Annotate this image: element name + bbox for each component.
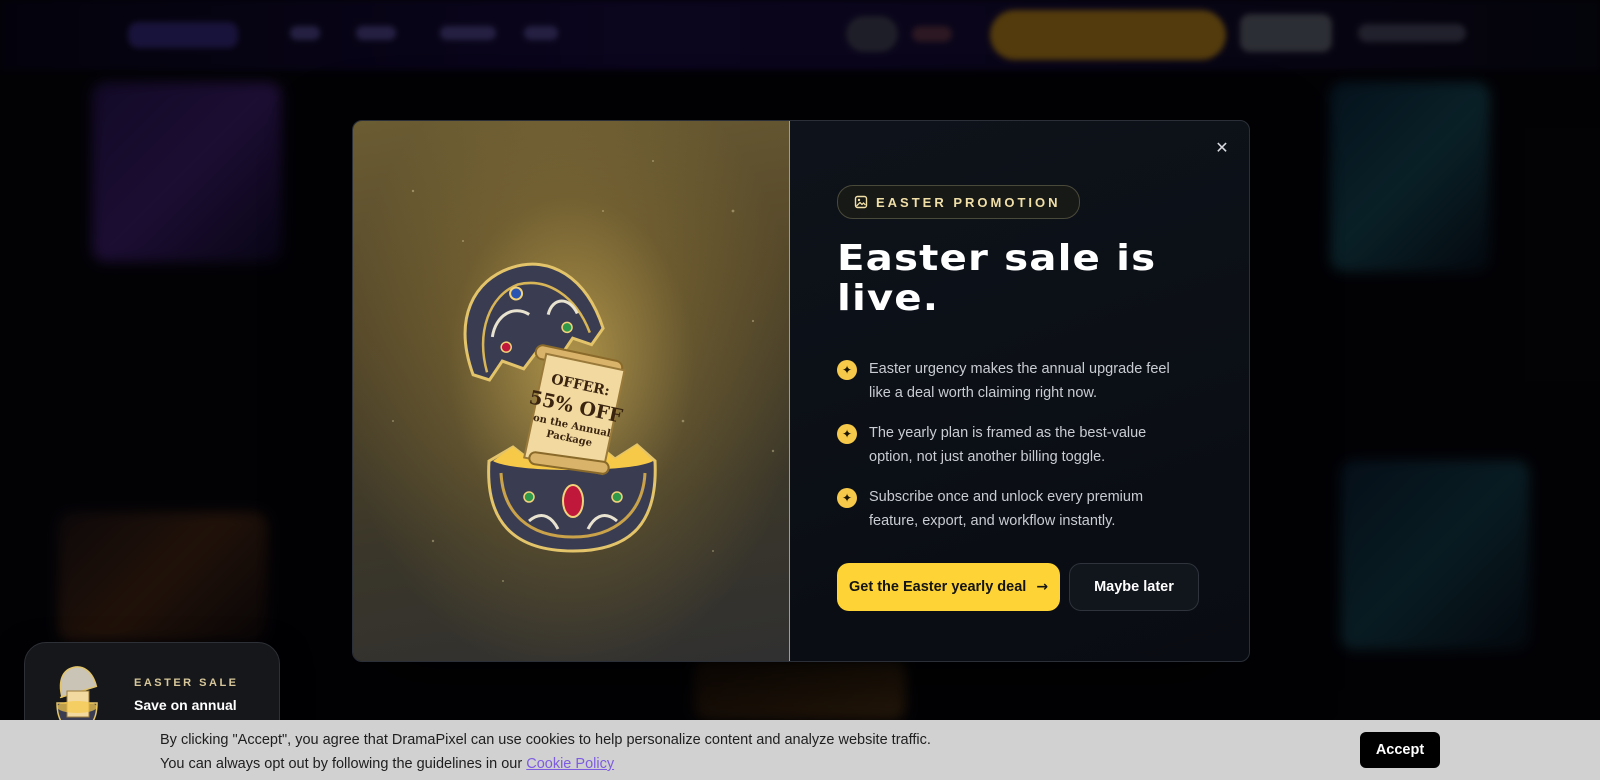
- image-icon: [854, 195, 868, 209]
- accept-cookies-button[interactable]: Accept: [1360, 732, 1440, 768]
- promo-modal: OFFER: 55% OFF on the Annual Package ✕ E…: [352, 120, 1250, 662]
- feature-item: ✦ The yearly plan is framed as the best-…: [837, 421, 1177, 469]
- feature-item: ✦ Subscribe once and unlock every premiu…: [837, 485, 1177, 533]
- close-button[interactable]: ✕: [1209, 135, 1235, 161]
- mini-promo-kicker: EASTER SALE: [134, 677, 239, 689]
- feature-item: ✦ Easter urgency makes the annual upgrad…: [837, 357, 1177, 405]
- sparkles-icon: ✦: [837, 360, 857, 380]
- cookie-message: By clicking "Accept", you agree that Dra…: [160, 728, 931, 776]
- promotion-badge: EASTER PROMOTION: [837, 185, 1080, 219]
- modal-title: Easter sale is live.: [837, 238, 1157, 319]
- feature-text: The yearly plan is framed as the best-va…: [869, 425, 1147, 465]
- cta-label: Get the Easter yearly deal: [849, 579, 1027, 595]
- cookie-line2: You can always opt out by following the …: [160, 752, 931, 776]
- close-icon: ✕: [1215, 138, 1229, 157]
- feature-text: Easter urgency makes the annual upgrade …: [869, 361, 1170, 401]
- easter-egg-illustration: OFFER: 55% OFF on the Annual Package: [353, 121, 790, 661]
- sparkles-icon: ✦: [837, 488, 857, 508]
- cookie-line1: By clicking "Accept", you agree that Dra…: [160, 732, 931, 748]
- mini-promo-title: Save on annual: [134, 697, 237, 713]
- badge-label: EASTER PROMOTION: [876, 194, 1061, 210]
- feature-text: Subscribe once and unlock every premium …: [869, 489, 1144, 529]
- get-deal-button[interactable]: Get the Easter yearly deal →: [837, 563, 1061, 611]
- arrow-right-icon: →: [1036, 579, 1049, 595]
- cookie-consent-bar: By clicking "Accept", you agree that Dra…: [0, 720, 1600, 780]
- cookie-line2-text: You can always opt out by following the …: [160, 756, 523, 772]
- sparkles-icon: ✦: [837, 424, 857, 444]
- feature-list: ✦ Easter urgency makes the annual upgrad…: [837, 357, 1177, 549]
- maybe-later-button[interactable]: Maybe later: [1069, 563, 1199, 611]
- cookie-policy-link[interactable]: Cookie Policy: [526, 756, 614, 772]
